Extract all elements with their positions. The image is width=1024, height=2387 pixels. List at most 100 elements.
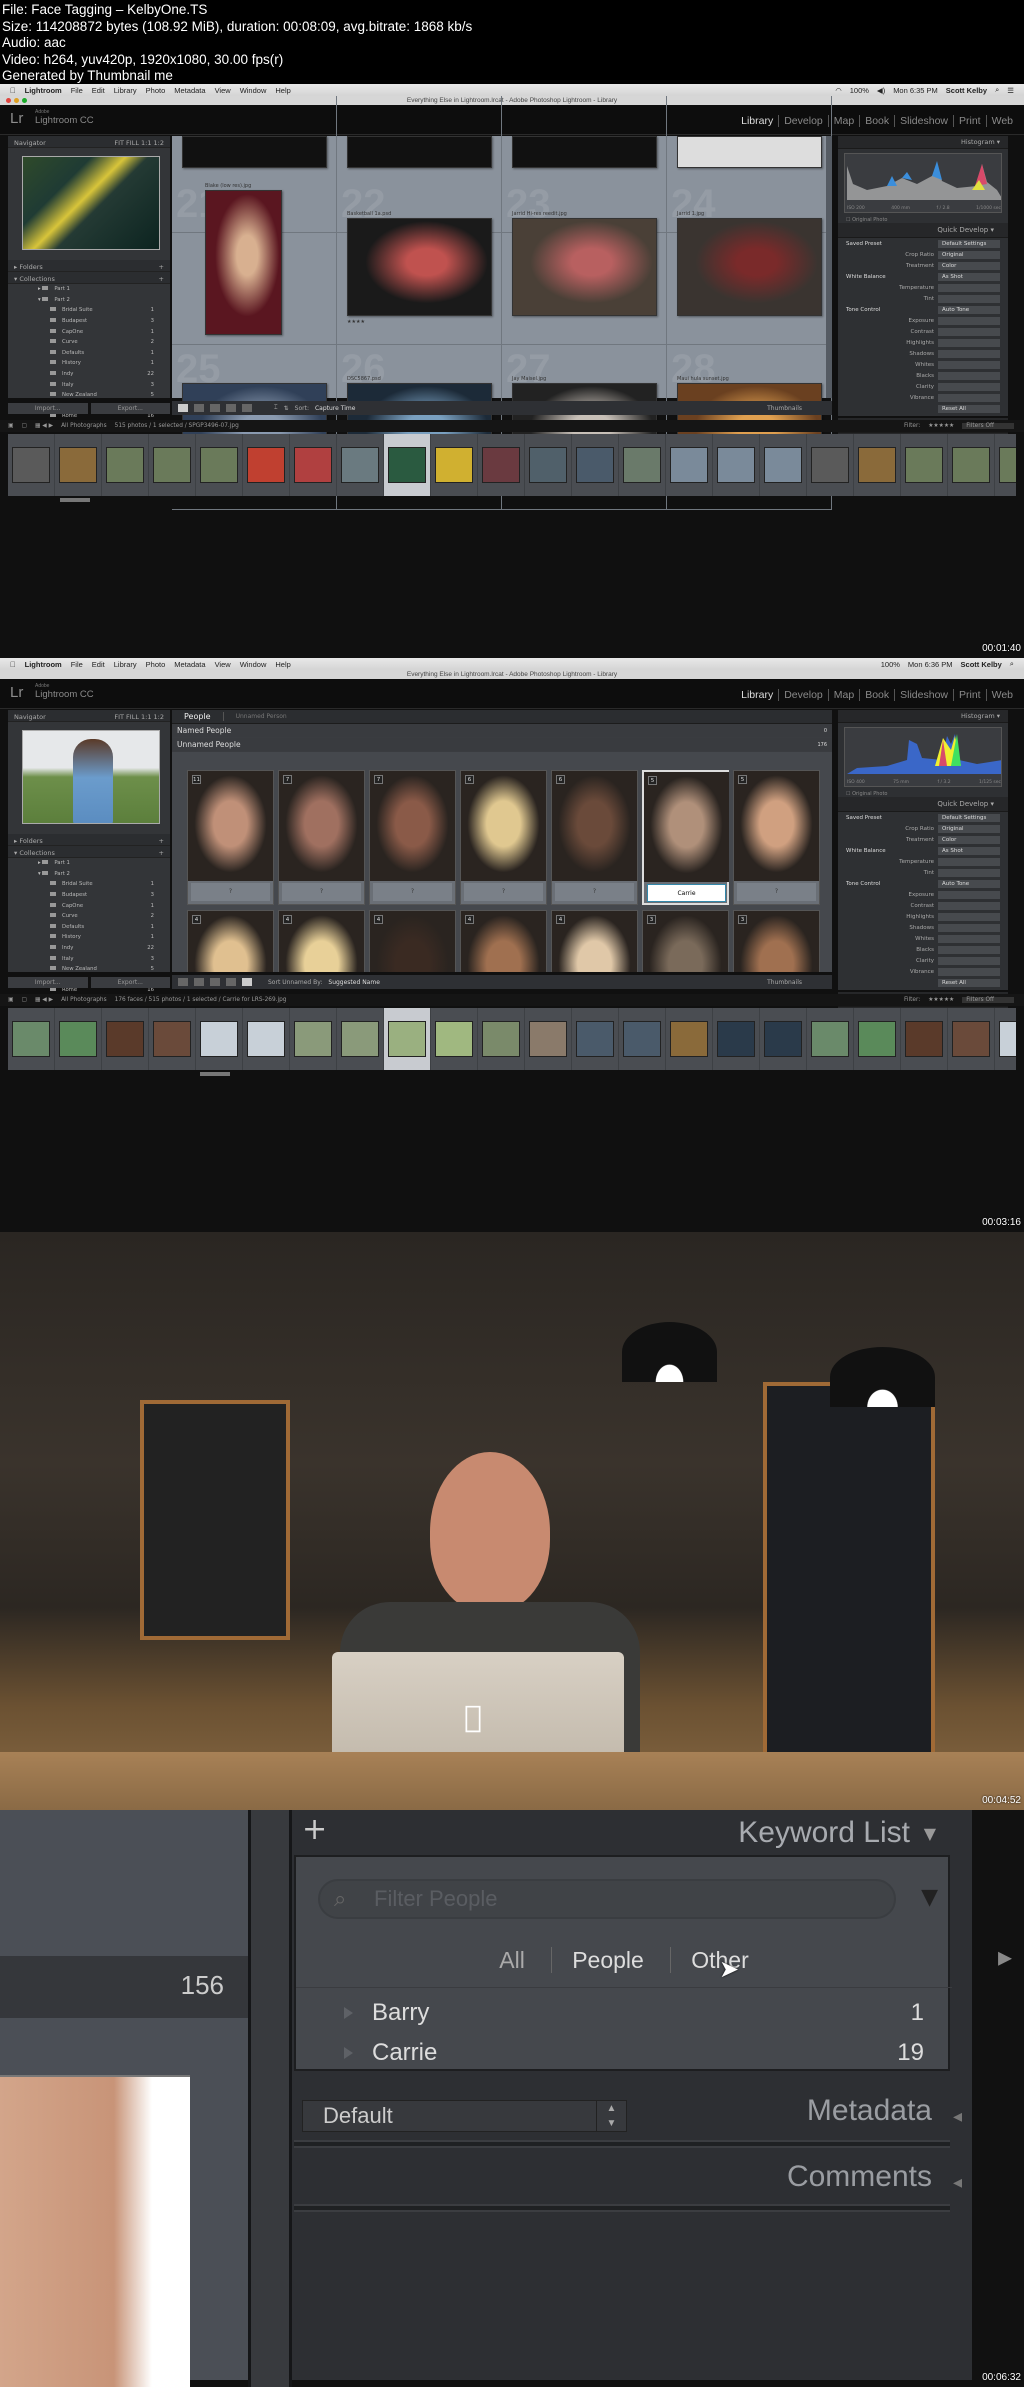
face-cell[interactable]: 11? [187, 770, 274, 905]
filmstrip-cell[interactable] [149, 434, 196, 496]
reset-all-button[interactable]: Reset All [938, 978, 1000, 987]
zoom-window-button[interactable] [22, 98, 27, 103]
collection-item[interactable]: CapOne 1 [38, 900, 170, 911]
face-cell[interactable]: 4? [369, 910, 456, 972]
quick-develop-header[interactable]: Quick Develop ▾ [838, 223, 1008, 238]
filters-off-select[interactable]: Filters Off [962, 423, 1014, 429]
collection-item[interactable]: Italy 3 [38, 953, 170, 964]
tab-people[interactable]: People [551, 1947, 664, 1973]
filmstrip-cell[interactable] [478, 1008, 525, 1070]
photo-thumbnail[interactable] [347, 218, 492, 316]
face-thumbnail[interactable] [552, 771, 637, 881]
histogram-header[interactable]: Histogram ▾ [838, 710, 1008, 723]
adjust-stepper[interactable] [938, 923, 1000, 932]
volume-icon[interactable]: ◀) [877, 86, 885, 95]
collection-item[interactable]: Defaults 1 [38, 922, 170, 933]
filmstrip-thumbnail[interactable] [858, 447, 896, 483]
second-window-button[interactable]: ▢ [21, 997, 26, 1003]
filmstrip-thumbnail[interactable] [623, 1021, 661, 1057]
filmstrip-source[interactable]: All Photographs [61, 423, 107, 429]
filmstrip-thumbnail[interactable] [435, 1021, 473, 1057]
filmstrip-cell[interactable] [854, 434, 901, 496]
filmstrip-cell[interactable] [290, 434, 337, 496]
compare-view-icon[interactable] [210, 404, 220, 412]
filter-dropdown-icon[interactable]: ▼ [921, 1885, 938, 1910]
face-cell[interactable]: 4? [551, 910, 638, 972]
filmstrip-thumbnail[interactable] [670, 447, 708, 483]
filmstrip-thumbnail[interactable] [764, 1021, 802, 1057]
temperature-stepper[interactable] [938, 857, 1000, 866]
filmstrip-cell[interactable] [384, 1008, 431, 1070]
face-thumbnail[interactable] [734, 771, 819, 881]
photo-thumbnail[interactable] [347, 136, 492, 168]
add-keyword-button[interactable]: + [302, 1812, 327, 1847]
filmstrip-cell[interactable] [525, 434, 572, 496]
filmstrip-thumbnail[interactable] [200, 447, 238, 483]
keyword-row-carrie[interactable]: Carrie 19 [344, 2033, 924, 2073]
face-name-field[interactable]: ? [282, 883, 361, 901]
filmstrip-thumbnail[interactable] [12, 1021, 50, 1057]
collection-item[interactable]: CapOne 1 [38, 326, 170, 337]
filmstrip-cell[interactable] [243, 434, 290, 496]
menu-edit[interactable]: Edit [92, 86, 105, 95]
filmstrip-thumbnail[interactable] [717, 447, 755, 483]
filmstrip-thumbnail[interactable] [670, 1021, 708, 1057]
filmstrip-cell[interactable] [666, 1008, 713, 1070]
filmstrip-thumbnail[interactable] [106, 447, 144, 483]
grid-view-icon[interactable] [178, 404, 188, 412]
filmstrip-thumbnail[interactable] [952, 447, 990, 483]
module-library[interactable]: Library [736, 689, 778, 701]
expand-right-panel-icon[interactable]: ▸ [998, 1940, 1012, 1973]
collection-item[interactable]: New Zealand 5 [38, 964, 170, 975]
export-button[interactable]: Export... [90, 977, 170, 988]
face-name-field[interactable]: ? [373, 883, 452, 901]
grid-cell[interactable]: 22 Basketball 1a.psd ★★★★ [337, 180, 502, 345]
rating-filter[interactable]: ★★★★★ [928, 997, 954, 1003]
module-slideshow[interactable]: Slideshow [894, 689, 953, 701]
filmstrip-thumbnail[interactable] [247, 1021, 285, 1057]
face-cell[interactable]: 5? [733, 770, 820, 905]
collection-item[interactable]: Budapest 3 [38, 890, 170, 901]
compare-view-icon[interactable] [210, 978, 220, 986]
filmstrip-cell[interactable] [102, 1008, 149, 1070]
face-cell[interactable]: 7? [278, 770, 365, 905]
filmstrip-cell[interactable] [572, 434, 619, 496]
filmstrip-cell[interactable] [807, 434, 854, 496]
filmstrip-cell[interactable] [55, 1008, 102, 1070]
clock[interactable]: Mon 6:36 PM [908, 660, 953, 669]
adjust-stepper[interactable] [938, 382, 1000, 391]
tint-stepper[interactable] [938, 868, 1000, 877]
filmstrip-cell[interactable] [619, 434, 666, 496]
menu-library[interactable]: Library [114, 86, 137, 95]
filmstrip-cell[interactable] [666, 434, 713, 496]
menu-photo[interactable]: Photo [146, 86, 166, 95]
collection-item[interactable]: Bridal Suite 1 [38, 879, 170, 890]
filmstrip-thumbnail[interactable] [999, 447, 1016, 483]
filmstrip-scrollbar[interactable] [200, 1072, 230, 1076]
saved-preset-select[interactable]: Default Settings [938, 813, 1000, 822]
menu-app[interactable]: Lightroom [25, 660, 62, 669]
filmstrip-thumbnail[interactable] [153, 447, 191, 483]
tint-stepper[interactable] [938, 294, 1000, 303]
reset-all-button[interactable]: Reset All [938, 404, 1000, 413]
adjust-stepper[interactable] [938, 393, 1000, 402]
face-cell[interactable]: 3? [642, 910, 729, 972]
collection-item[interactable]: Budapest 3 [38, 316, 170, 327]
filmstrip-thumbnail[interactable] [294, 447, 332, 483]
main-window-button[interactable]: ▣ [8, 997, 13, 1003]
photo-thumbnail[interactable] [205, 190, 282, 335]
adjust-stepper[interactable] [938, 956, 1000, 965]
collection-item[interactable]: Italy 3 [38, 379, 170, 390]
module-slideshow[interactable]: Slideshow [894, 115, 953, 127]
notification-icon[interactable]: ☰ [1007, 86, 1014, 95]
face-cell[interactable]: 5 Carrie [642, 770, 729, 905]
filmstrip-thumbnail[interactable] [12, 447, 50, 483]
tab-people[interactable]: People [172, 712, 224, 721]
photo-thumbnail[interactable] [512, 218, 657, 316]
crop-ratio-select[interactable]: Original [938, 250, 1000, 259]
menu-metadata[interactable]: Metadata [174, 660, 205, 669]
menu-help[interactable]: Help [275, 86, 290, 95]
keyword-list-collapse-icon[interactable]: ▼ [924, 1824, 936, 1843]
adjust-stepper[interactable] [938, 934, 1000, 943]
menu-edit[interactable]: Edit [92, 660, 105, 669]
